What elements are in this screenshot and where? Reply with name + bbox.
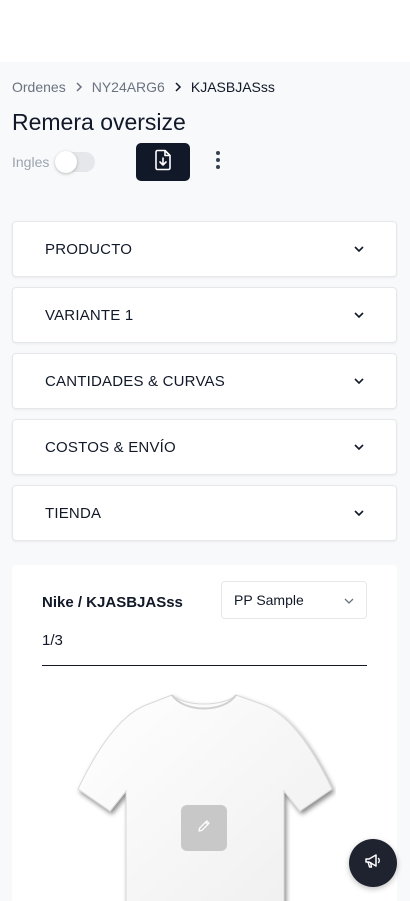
top-bar xyxy=(0,0,410,62)
chevron-down-icon xyxy=(354,438,364,456)
section-label: TIENDA xyxy=(45,504,102,522)
edit-image-button[interactable] xyxy=(181,805,227,851)
preview-card: Nike / KJASBJASss PP Sample 1/3 xyxy=(12,565,397,901)
preview-card-title: Nike / KJASBJASss xyxy=(42,594,183,611)
chevron-down-icon xyxy=(354,504,364,522)
page-title: Remera oversize xyxy=(12,109,186,135)
section-label: COSTOS & ENVÍO xyxy=(45,438,176,456)
megaphone-icon xyxy=(363,851,383,876)
section-variante[interactable]: VARIANTE 1 xyxy=(12,287,397,343)
feedback-fab-button[interactable] xyxy=(349,839,397,887)
section-label: VARIANTE 1 xyxy=(45,306,134,324)
breadcrumb-item-order[interactable]: NY24ARG6 xyxy=(92,79,165,95)
download-button[interactable] xyxy=(136,143,190,181)
chevron-down-icon xyxy=(344,592,354,608)
sample-select[interactable]: PP Sample xyxy=(221,581,367,619)
chevron-right-icon xyxy=(174,80,182,95)
tshirt-image xyxy=(74,687,336,901)
image-pager: 1/3 xyxy=(42,632,63,649)
section-label: PRODUCTO xyxy=(45,240,133,258)
more-options-button[interactable] xyxy=(208,150,228,174)
section-costos-envio[interactable]: COSTOS & ENVÍO xyxy=(12,419,397,475)
language-toggle[interactable] xyxy=(55,151,96,173)
chevron-down-icon xyxy=(354,240,364,258)
chevron-down-icon xyxy=(354,372,364,390)
chevron-down-icon xyxy=(354,306,364,324)
language-toggle-label: Ingles xyxy=(12,154,50,170)
breadcrumb-item-current: KJASBJASss xyxy=(190,79,275,95)
section-producto[interactable]: PRODUCTO xyxy=(12,221,397,277)
pencil-icon xyxy=(196,818,212,839)
chevron-right-icon xyxy=(75,80,83,95)
file-download-icon xyxy=(153,149,173,176)
language-toggle-row: Ingles xyxy=(12,151,96,173)
section-tienda[interactable]: TIENDA xyxy=(12,485,397,541)
section-cantidades-curvas[interactable]: CANTIDADES & CURVAS xyxy=(12,353,397,409)
sample-select-value: PP Sample xyxy=(234,592,304,608)
section-label: CANTIDADES & CURVAS xyxy=(45,372,225,390)
more-vertical-icon xyxy=(215,150,221,175)
breadcrumb-item-ordenes[interactable]: Ordenes xyxy=(12,79,66,95)
divider xyxy=(42,665,367,666)
breadcrumb: Ordenes NY24ARG6 KJASBJASss xyxy=(12,78,275,96)
toggle-knob xyxy=(55,151,78,173)
